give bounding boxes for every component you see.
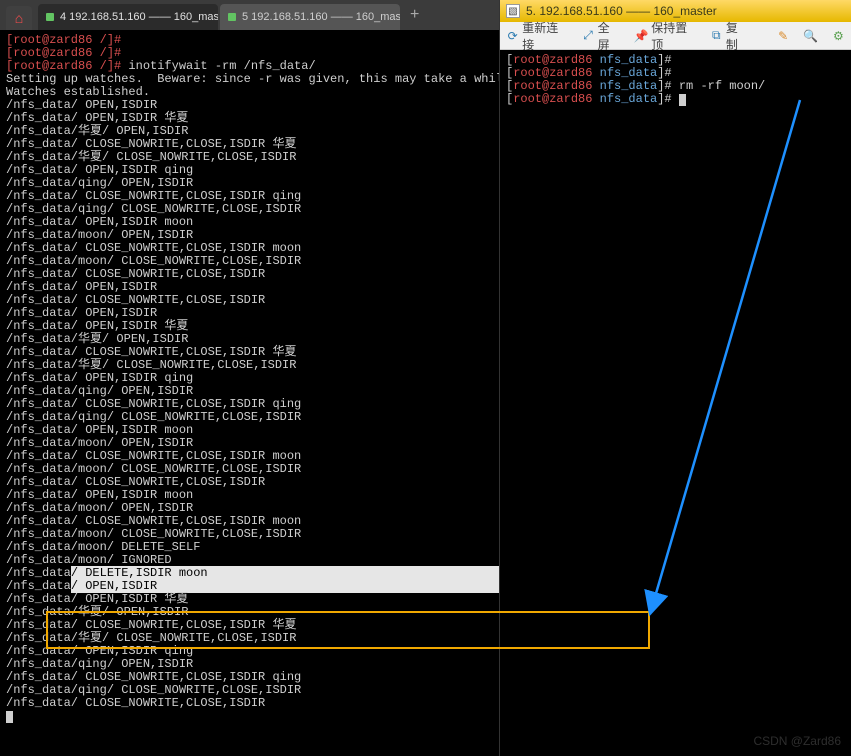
search-icon[interactable]: 🔍: [804, 29, 818, 43]
copy-label: 复制: [726, 19, 749, 53]
settings-icon[interactable]: ⚙: [832, 29, 845, 43]
watermark: CSDN @Zard86: [753, 734, 841, 748]
sticky-label: 保持置顶: [651, 19, 695, 53]
home-button[interactable]: ⌂: [6, 6, 32, 30]
app-icon: ▧: [506, 4, 520, 18]
fullscreen-button[interactable]: ⤢ 全屏: [581, 19, 620, 53]
sticky-button[interactable]: 📌 保持置顶: [634, 19, 695, 53]
pin-icon: 📌: [634, 29, 648, 43]
reconnect-icon: ⟳: [506, 29, 519, 43]
left-pane: ⌂ 4 192.168.51.160 —— 160_master × 5 192…: [0, 0, 500, 756]
tab-label: 4 192.168.51.160 —— 160_master: [60, 11, 218, 23]
tab-status-icon: [46, 13, 54, 21]
home-icon: ⌂: [15, 10, 23, 26]
right-toolbar: ⟳ 重新连接 ⤢ 全屏 📌 保持置顶 ⧉ 复制 ✎ 🔍 ⚙: [500, 22, 851, 50]
tab-5[interactable]: 5 192.168.51.160 —— 160_master: [220, 4, 400, 30]
tab-label: 5 192.168.51.160 —— 160_master: [242, 11, 400, 23]
new-tab-button[interactable]: +: [402, 6, 427, 24]
tab-status-icon: [228, 13, 236, 21]
window-title: 5. 192.168.51.160 —— 160_master: [526, 4, 717, 18]
reconnect-button[interactable]: ⟳ 重新连接: [506, 19, 567, 53]
tab-4[interactable]: 4 192.168.51.160 —— 160_master ×: [38, 4, 218, 30]
fullscreen-icon: ⤢: [581, 29, 594, 43]
fullscreen-label: 全屏: [598, 19, 621, 53]
right-pane: ▧ 5. 192.168.51.160 —— 160_master ⟳ 重新连接…: [500, 0, 851, 756]
copy-icon: ⧉: [710, 29, 723, 43]
right-terminal[interactable]: [root@zard86 nfs_data]#[root@zard86 nfs_…: [500, 50, 851, 756]
copy-button[interactable]: ⧉ 复制: [710, 19, 749, 53]
tabs-bar: ⌂ 4 192.168.51.160 —— 160_master × 5 192…: [0, 0, 499, 30]
left-terminal[interactable]: [root@zard86 /]#[root@zard86 /]#[root@za…: [0, 30, 499, 756]
reconnect-label: 重新连接: [522, 19, 567, 53]
edit-icon[interactable]: ✎: [777, 29, 790, 43]
